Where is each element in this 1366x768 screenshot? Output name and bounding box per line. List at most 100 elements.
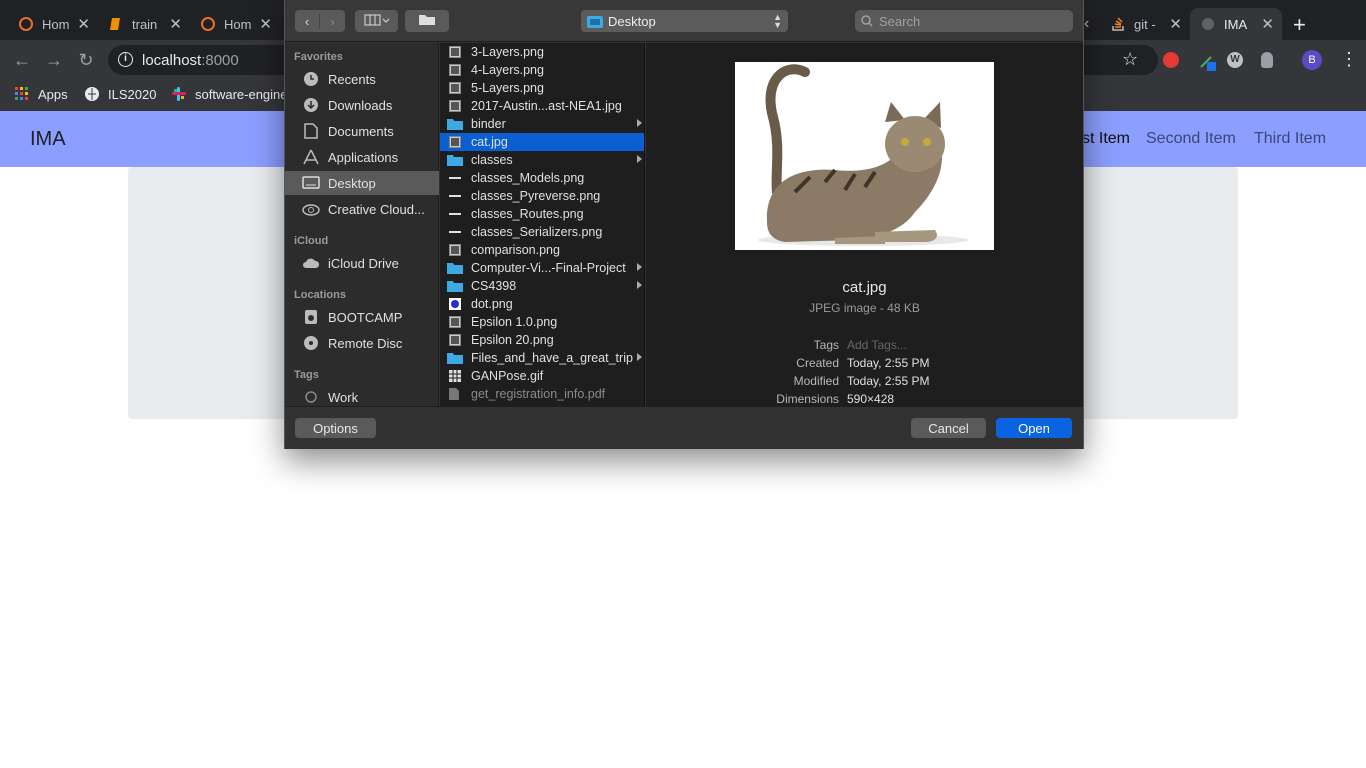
file-name: Computer-Vi...-Final-Project <box>471 261 626 275</box>
sidebar-item-label: Downloads <box>328 97 393 113</box>
sidebar-item-icloud-drive[interactable]: iCloud Drive <box>285 251 439 275</box>
stackoverflow-icon <box>1110 16 1126 32</box>
apps-grid-icon <box>14 86 30 102</box>
open-button[interactable]: Open <box>996 418 1072 438</box>
file-row[interactable]: 2017-Austin...ast-NEA1.jpg <box>440 97 644 115</box>
view-mode-button[interactable] <box>355 10 398 32</box>
created-label: Created <box>796 356 839 370</box>
desktop-icon <box>302 174 320 192</box>
search-field[interactable]: Search <box>855 10 1073 32</box>
folder-icon <box>447 118 463 130</box>
info-icon[interactable]: i <box>118 52 133 67</box>
file-row[interactable]: CS4398 <box>440 277 644 295</box>
sidebar-item-downloads[interactable]: Downloads <box>285 93 439 117</box>
star-icon[interactable]: ☆ <box>1122 49 1138 70</box>
menu-kebab-icon[interactable]: ⋮ <box>1340 49 1358 70</box>
back-icon[interactable]: ‹ <box>295 13 320 29</box>
dialog-sidebar: Favorites Recents Downloads Documents Ap… <box>285 43 439 406</box>
file-name: classes_Serializers.png <box>471 225 603 239</box>
nav-first-item[interactable]: st Item <box>1082 130 1130 148</box>
file-row[interactable]: Epsilon 1.0.png <box>440 313 644 331</box>
file-row[interactable]: dot.png <box>440 295 644 313</box>
sidebar-item-label: Documents <box>328 123 394 139</box>
file-row[interactable]: Computer-Vi...-Final-Project <box>440 259 644 277</box>
file-row[interactable]: cat.jpg <box>440 133 644 151</box>
nav-third-item[interactable]: Third Item <box>1254 130 1326 148</box>
hackerrank-icon <box>200 16 216 32</box>
folder-icon <box>447 280 463 292</box>
sidebar-item-recents[interactable]: Recents <box>285 67 439 91</box>
forward-icon[interactable]: › <box>320 14 345 29</box>
reload-icon[interactable]: ↻ <box>75 49 97 71</box>
sidebar-item-documents[interactable]: Documents <box>285 119 439 143</box>
close-icon[interactable]: ✕ <box>1169 15 1182 33</box>
sidebar-item-remote-disc[interactable]: Remote Disc <box>285 331 439 355</box>
file-row[interactable]: get_registration_info.pdf <box>440 385 644 403</box>
close-icon[interactable]: ✕ <box>169 15 182 33</box>
file-row[interactable]: Files_and_have_a_great_trip <box>440 349 644 367</box>
file-row[interactable]: 4-Layers.png <box>440 61 644 79</box>
forward-icon[interactable]: → <box>43 49 65 71</box>
tags-field[interactable]: Add Tags... <box>847 338 907 352</box>
tab-2[interactable]: train ✕ <box>98 8 190 40</box>
file-row[interactable]: 5-Layers.png <box>440 79 644 97</box>
cancel-button[interactable]: Cancel <box>911 418 986 438</box>
new-folder-button[interactable] <box>405 10 449 32</box>
back-icon[interactable]: ← <box>11 49 33 71</box>
slack-icon <box>171 86 187 102</box>
file-row[interactable]: classes_Routes.png <box>440 205 644 223</box>
tag-dot-icon <box>302 388 320 406</box>
file-name: classes_Models.png <box>471 171 585 185</box>
url-text[interactable]: localhost:8000 <box>142 52 239 69</box>
file-name: Files_and_have_a_great_trip <box>471 351 633 365</box>
new-tab-icon[interactable]: + <box>1293 12 1306 38</box>
tab-3[interactable]: Hom ✕ <box>190 8 280 40</box>
bookmark-software-engine[interactable]: software-engine <box>171 84 288 104</box>
bookmark-apps-label: Apps <box>38 86 68 102</box>
image-file-icon <box>449 226 461 238</box>
profile-avatar[interactable]: B <box>1302 50 1322 70</box>
clock-icon <box>302 70 320 88</box>
options-button[interactable]: Options <box>295 418 376 438</box>
tab-5-active[interactable]: IMA ✕ <box>1190 8 1282 40</box>
close-icon[interactable]: ✕ <box>259 15 272 33</box>
chevron-left-icon[interactable]: ‹ <box>1084 15 1089 33</box>
search-placeholder: Search <box>879 13 921 29</box>
close-icon[interactable]: ✕ <box>1261 15 1274 33</box>
file-row[interactable]: classes_Serializers.png <box>440 223 644 241</box>
sidebar-header-icloud: iCloud <box>294 235 329 247</box>
back-forward-control: ‹ › <box>295 10 345 32</box>
bulb-icon[interactable] <box>1261 52 1273 68</box>
bookmark-ils2020[interactable]: ILS2020 <box>84 84 156 104</box>
wordpress-icon[interactable]: W <box>1227 52 1243 68</box>
file-row[interactable]: GANPose.gif <box>440 367 644 385</box>
close-icon[interactable]: ✕ <box>77 15 90 33</box>
extension-pen-icon[interactable] <box>1199 53 1217 71</box>
tab-5-title: IMA <box>1224 16 1248 32</box>
tab-4[interactable]: git - ✕ <box>1100 8 1190 40</box>
sidebar-item-applications[interactable]: Applications <box>285 145 439 169</box>
book-icon <box>108 16 124 32</box>
drive-icon <box>302 308 320 326</box>
sidebar-item-bootcamp[interactable]: BOOTCAMP <box>285 305 439 329</box>
file-row[interactable]: binder <box>440 115 644 133</box>
tab-1[interactable]: Hom ✕ <box>8 8 98 40</box>
file-row[interactable]: 3-Layers.png <box>440 43 644 61</box>
url-host: localhost <box>142 52 202 69</box>
sidebar-item-creative-cloud[interactable]: Creative Cloud... <box>285 197 439 221</box>
columns-view-icon <box>364 14 390 29</box>
file-row[interactable]: classes_Pyreverse.png <box>440 187 644 205</box>
bookmark-apps[interactable]: Apps <box>14 84 68 104</box>
nav-second-item[interactable]: Second Item <box>1146 130 1236 148</box>
file-row[interactable]: classes <box>440 151 644 169</box>
url-port: :8000 <box>201 52 239 69</box>
file-row[interactable]: comparison.png <box>440 241 644 259</box>
file-row[interactable]: classes_Models.png <box>440 169 644 187</box>
extension-shield-icon[interactable] <box>1163 52 1179 68</box>
sidebar-item-desktop[interactable]: Desktop <box>285 171 439 195</box>
bookmark-ils2020-label: ILS2020 <box>108 86 157 102</box>
site-brand[interactable]: IMA <box>30 128 66 151</box>
file-row[interactable]: Epsilon 20.png <box>440 331 644 349</box>
hackerrank-icon <box>18 16 34 32</box>
location-select[interactable]: Desktop ▲ ▼ <box>581 10 788 32</box>
